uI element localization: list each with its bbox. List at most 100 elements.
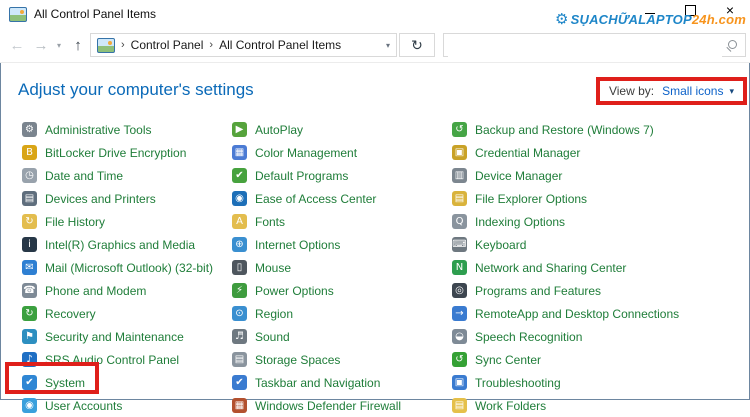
fonts-icon: A: [232, 214, 247, 229]
sync-center-icon: ↺: [452, 352, 467, 367]
item-security-and-maintenance[interactable]: ⚑Security and Maintenance: [22, 325, 227, 348]
item-indexing-options[interactable]: QIndexing Options: [452, 210, 747, 233]
item-internet-options[interactable]: ⊕Internet Options: [232, 233, 447, 256]
chevron-down-icon[interactable]: ▾: [729, 86, 734, 97]
item-label: Devices and Printers: [45, 192, 156, 206]
items-column-2: ▶AutoPlay▦Color Management✔Default Progr…: [232, 118, 447, 417]
item-phone-and-modem[interactable]: ☎Phone and Modem: [22, 279, 227, 302]
item-remoteapp[interactable]: →RemoteApp and Desktop Connections: [452, 302, 747, 325]
item-label: Security and Maintenance: [45, 330, 184, 344]
item-file-explorer-options[interactable]: ▤ File Explorer Options: [452, 187, 747, 210]
item-label: Fonts: [255, 215, 285, 229]
item-autoplay[interactable]: ▶AutoPlay: [232, 118, 447, 141]
item-taskbar[interactable]: ✔Taskbar and Navigation: [232, 371, 447, 394]
history-chevron-icon[interactable]: ▾: [52, 28, 66, 62]
item-admin-tools[interactable]: ⚙ Administrative Tools: [22, 118, 227, 141]
item-keyboard[interactable]: ⌨ Keyboard: [452, 233, 747, 256]
forward-icon[interactable]: →: [30, 28, 52, 62]
user-accounts-icon: ◉: [22, 398, 37, 413]
file-history-icon: ↻: [22, 214, 37, 229]
item-label: Mouse: [255, 261, 291, 275]
window-title: All Control Panel Items: [34, 7, 156, 21]
item-system[interactable]: ✔System: [22, 371, 227, 394]
up-icon[interactable]: ↑: [68, 28, 88, 62]
item-recovery[interactable]: ↻Recovery: [22, 302, 227, 325]
refresh-icon: ↻: [411, 37, 423, 54]
backup-restore-icon: ↺: [452, 122, 467, 137]
page-title: Adjust your computer's settings: [18, 80, 254, 100]
item-label: Internet Options: [255, 238, 340, 252]
item-power-options[interactable]: ⚡Power Options: [232, 279, 447, 302]
search-box: [443, 33, 746, 57]
item-label: Device Manager: [475, 169, 562, 183]
item-default-programs[interactable]: ✔Default Programs: [232, 164, 447, 187]
file-explorer-options-icon: ▤: [452, 191, 467, 206]
item-sound[interactable]: ♬Sound: [232, 325, 447, 348]
item-programs-and-features[interactable]: ◎ Programs and Features: [452, 279, 747, 302]
chevron-down-icon[interactable]: ▾: [380, 41, 390, 50]
item-storage-spaces[interactable]: ▤Storage Spaces: [232, 348, 447, 371]
power-options-icon: ⚡: [232, 283, 247, 298]
item-file-history[interactable]: ↻File History: [22, 210, 227, 233]
breadcrumb-all-control-panel-items[interactable]: All Control Panel Items: [219, 38, 341, 52]
back-icon[interactable]: ←: [6, 28, 28, 62]
item-label: Credential Manager: [475, 146, 580, 160]
keyboard-icon: ⌨: [452, 237, 467, 252]
mail-icon: ✉: [22, 260, 37, 275]
item-label: Recovery: [45, 307, 96, 321]
breadcrumb-control-panel[interactable]: Control Panel: [131, 38, 204, 52]
programs-and-features-icon: ◎: [452, 283, 467, 298]
item-region[interactable]: ⊙Region: [232, 302, 447, 325]
watermark: ⚙ SỤACHỮALAPTOP 24h.com: [555, 10, 746, 28]
autoplay-icon: ▶: [232, 122, 247, 137]
item-speech-recognition[interactable]: ◒Speech Recognition: [452, 325, 747, 348]
item-ease-of-access[interactable]: ◉Ease of Access Center: [232, 187, 447, 210]
item-bitlocker[interactable]: BBitLocker Drive Encryption: [22, 141, 227, 164]
search-icon: [725, 40, 737, 52]
item-user-accounts[interactable]: ◉User Accounts: [22, 394, 227, 417]
item-troubleshooting[interactable]: ▣Troubleshooting: [452, 371, 747, 394]
item-fonts[interactable]: A Fonts: [232, 210, 447, 233]
date-and-time-icon: ◷: [22, 168, 37, 183]
item-color-management[interactable]: ▦Color Management: [232, 141, 447, 164]
view-by-dropdown[interactable]: Small icons: [662, 84, 723, 98]
intel-graphics-icon: i: [22, 237, 37, 252]
item-label: Ease of Access Center: [255, 192, 376, 206]
troubleshooting-icon: ▣: [452, 375, 467, 390]
item-label: Administrative Tools: [45, 123, 152, 137]
item-mail[interactable]: ✉ Mail (Microsoft Outlook) (32-bit): [22, 256, 227, 279]
breadcrumb-separator: ›: [121, 39, 125, 51]
search-input[interactable]: [448, 35, 722, 57]
item-device-manager[interactable]: ▥Device Manager: [452, 164, 747, 187]
item-label: Programs and Features: [475, 284, 601, 298]
item-backup-restore[interactable]: ↺Backup and Restore (Windows 7): [452, 118, 747, 141]
item-label: Mail (Microsoft Outlook) (32-bit): [45, 261, 213, 275]
item-firewall[interactable]: ▦Windows Defender Firewall: [232, 394, 447, 417]
admin-tools-icon: ⚙: [22, 122, 37, 137]
item-network-sharing[interactable]: NNetwork and Sharing Center: [452, 256, 747, 279]
item-date-and-time[interactable]: ◷Date and Time: [22, 164, 227, 187]
credential-manager-icon: ▣: [452, 145, 467, 160]
item-label: Region: [255, 307, 293, 321]
item-credential-manager[interactable]: ▣ Credential Manager: [452, 141, 747, 164]
item-work-folders[interactable]: ▤ Work Folders: [452, 394, 747, 417]
item-label: File Explorer Options: [475, 192, 587, 206]
network-sharing-icon: N: [452, 260, 467, 275]
work-folders-icon: ▤: [452, 398, 467, 413]
item-devices-and-printers[interactable]: ▤Devices and Printers: [22, 187, 227, 210]
item-label: BitLocker Drive Encryption: [45, 146, 186, 160]
indexing-options-icon: Q: [452, 214, 467, 229]
refresh-button[interactable]: ↻: [399, 33, 435, 57]
item-label: Work Folders: [475, 399, 546, 413]
item-sync-center[interactable]: ↺ Sync Center: [452, 348, 747, 371]
item-label: Keyboard: [475, 238, 526, 252]
breadcrumb[interactable]: › Control Panel › All Control Panel Item…: [90, 33, 397, 57]
sound-icon: ♬: [232, 329, 247, 344]
default-programs-icon: ✔: [232, 168, 247, 183]
breadcrumb-separator: ›: [209, 39, 213, 51]
item-label: Phone and Modem: [45, 284, 146, 298]
item-label: Sync Center: [475, 353, 541, 367]
item-intel-graphics[interactable]: iIntel(R) Graphics and Media: [22, 233, 227, 256]
item-mouse[interactable]: ▯Mouse: [232, 256, 447, 279]
highlight-box: [5, 362, 99, 394]
